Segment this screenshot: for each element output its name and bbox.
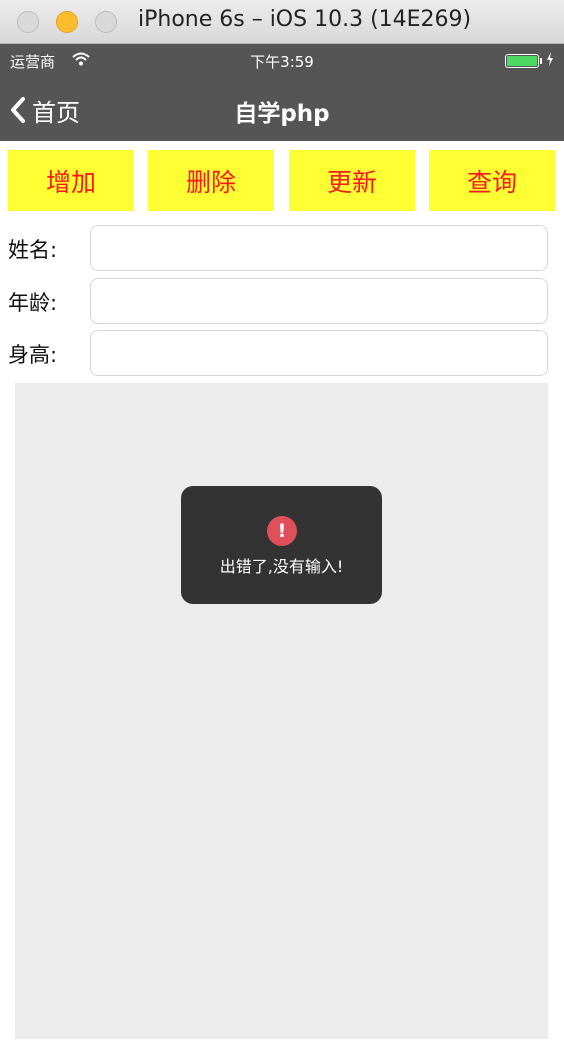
action-button-row: 增加 删除 更新 查询 — [8, 150, 556, 211]
results-area — [15, 383, 548, 1039]
name-label: 姓名: — [8, 238, 58, 262]
charging-icon — [547, 52, 553, 66]
navigation-bar: 运营商 下午3:59 首页 自学php — [0, 44, 564, 141]
age-label: 年龄: — [8, 291, 58, 315]
status-time: 下午3:59 — [250, 53, 314, 71]
add-button[interactable]: 增加 — [8, 150, 134, 211]
window-zoom-button[interactable] — [95, 11, 117, 33]
page-title: 自学php — [234, 101, 330, 127]
window-title: iPhone 6s – iOS 10.3 (14E269) — [138, 7, 472, 32]
height-input[interactable] — [90, 330, 548, 376]
height-label: 身高: — [8, 343, 58, 367]
error-toast: ! 出错了,没有输入! — [181, 486, 382, 604]
age-input[interactable] — [90, 278, 548, 324]
battery-tip — [540, 58, 542, 64]
age-row: 年龄: — [0, 278, 564, 324]
name-input[interactable] — [90, 225, 548, 271]
name-row: 姓名: — [0, 225, 564, 271]
window-close-button[interactable] — [17, 11, 39, 33]
delete-button[interactable]: 删除 — [148, 150, 274, 211]
battery-icon — [505, 54, 539, 68]
window-minimize-button[interactable] — [56, 11, 78, 33]
toast-message: 出错了,没有输入! — [219, 557, 344, 576]
height-row: 身高: — [0, 330, 564, 376]
error-icon: ! — [267, 516, 297, 546]
query-button[interactable]: 查询 — [429, 150, 555, 211]
update-button[interactable]: 更新 — [289, 150, 415, 211]
simulator-title-bar: iPhone 6s – iOS 10.3 (14E269) — [0, 0, 564, 44]
